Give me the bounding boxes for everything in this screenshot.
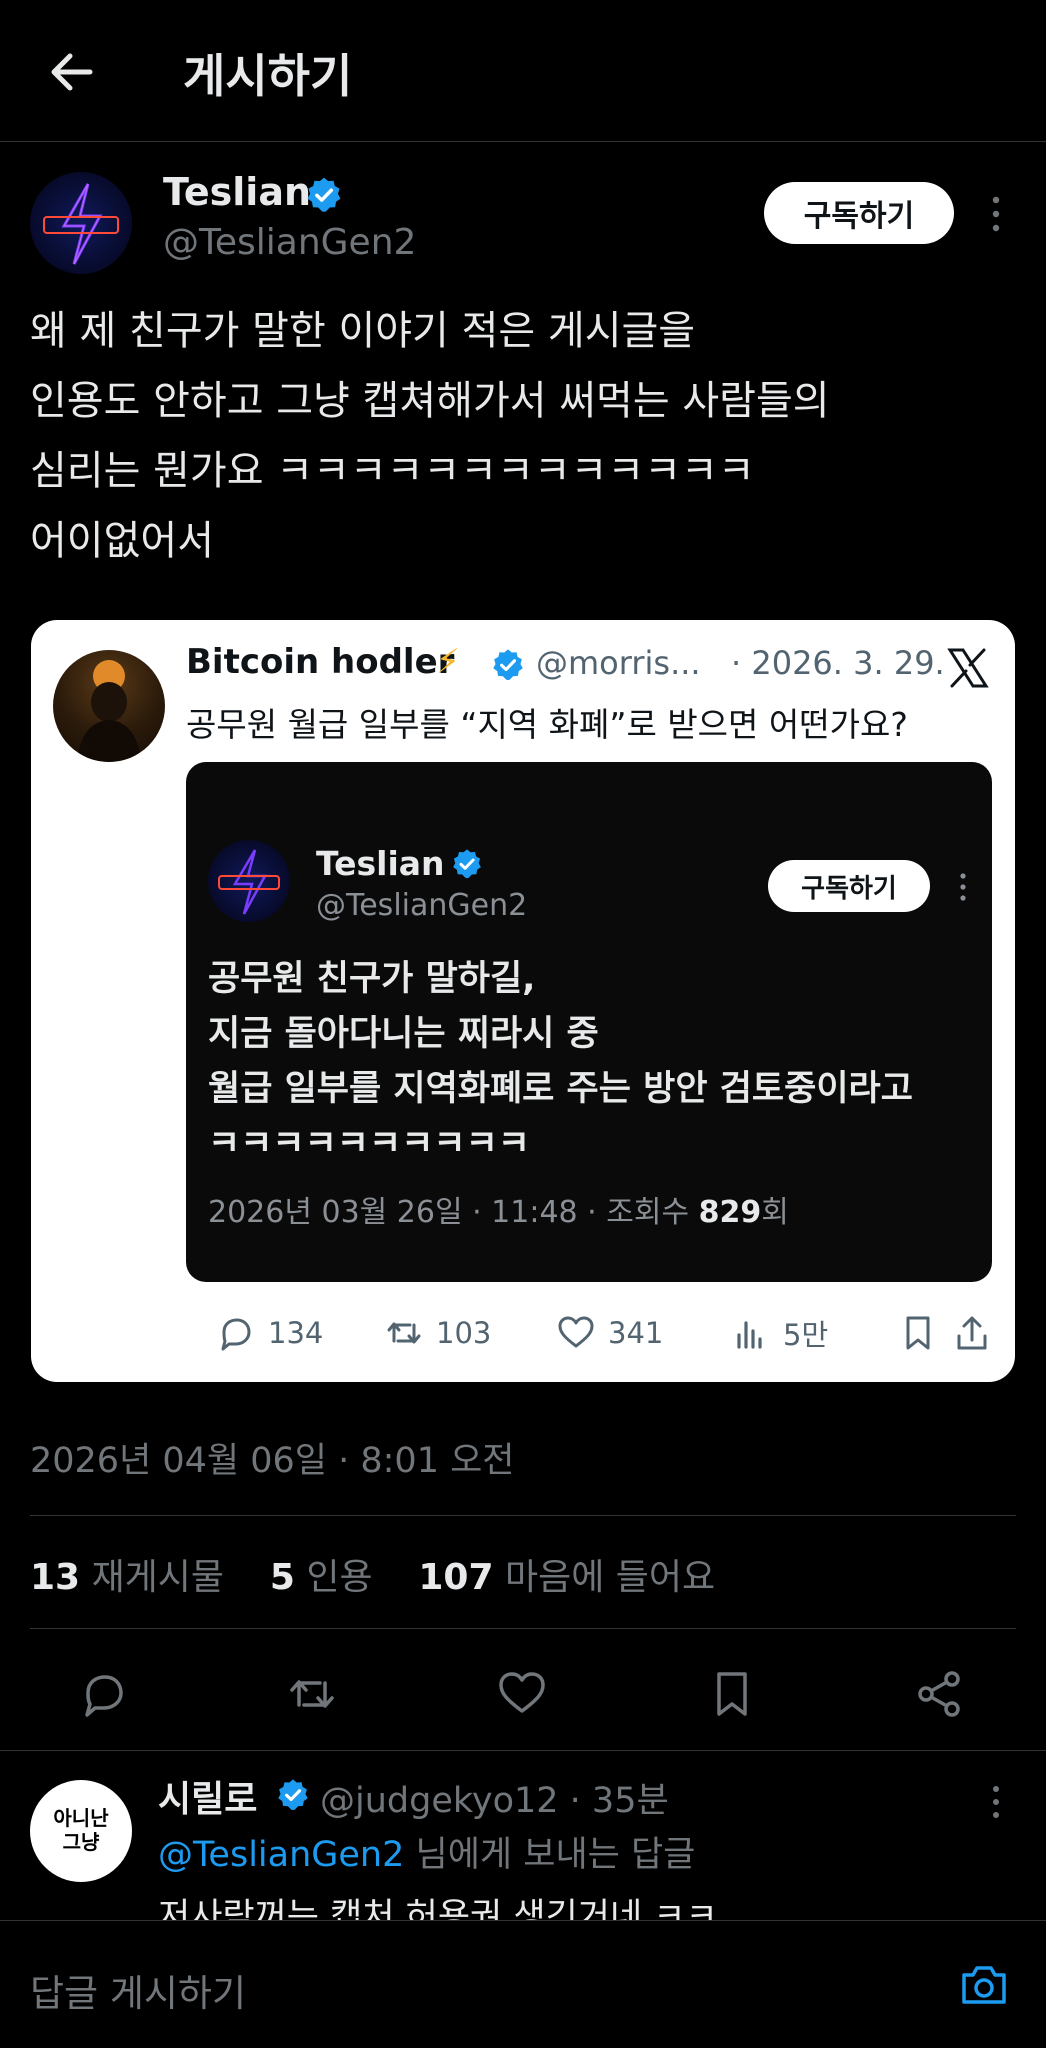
mention-link[interactable]: @TeslianGen2 [158,1835,404,1875]
lightning-emoji: ⚡ [436,642,460,682]
post-text: 왜 제 친구가 말한 이야기 적은 게시글을 인용도 안하고 그냥 캡쳐해가서 … [30,296,1020,576]
author-name[interactable]: Teslian [163,170,311,214]
reposts-stat[interactable]: 13 재게시물 [30,1557,224,1598]
image-text-line: 월급 일부를 지역화폐로 주는 방안 검토중이라고 [208,1069,913,1109]
image-text-line: ㅋㅋㅋㅋㅋㅋㅋㅋㅋㅋ [208,1124,531,1164]
post-action-bar [0,1660,1046,1726]
reply-author-handle[interactable]: @judgekyo12 · 35분 [320,1772,669,1823]
reply-author-avatar[interactable]: 아니난 그냥 [30,1780,132,1882]
like-action[interactable]: 341 [556,1308,663,1358]
image-author-name: Teslian [316,844,445,883]
bottom-edge [0,2037,1046,2048]
repost-action[interactable]: 103 [384,1308,491,1358]
divider [0,1750,1046,1751]
post-text-line: 인용도 안하고 그냥 캡쳐해가서 써먹는 사람들의 [30,378,830,424]
engagement-stats: 13 재게시물 5 인용 107 마음에 들어요 [30,1548,715,1600]
reply-icon[interactable] [78,1668,130,1720]
share-icon [957,1316,987,1350]
replying-to: @TeslianGen2 님에게 보내는 답글 [158,1835,696,1875]
verified-badge-icon [493,649,523,681]
image-author-handle: @TeslianGen2 [316,888,528,923]
views-action[interactable]: 5만 [731,1308,828,1358]
post-timestamp: 2026년 04월 06일 · 8:01 오전 [30,1441,515,1481]
image-text-line: 공무원 친구가 말하길, [208,959,536,999]
likes-stat[interactable]: 107 마음에 들어요 [418,1557,715,1598]
repost-icon[interactable] [286,1668,338,1720]
reply-composer: 답글 게시하기 [0,1920,1046,2048]
like-count: 341 [608,1316,664,1350]
heart-icon[interactable] [496,1668,548,1720]
bookmark-icon [906,1316,930,1350]
repost-icon [387,1322,421,1344]
heart-icon [558,1316,594,1348]
views-count: 5만 [783,1318,829,1352]
reply-action[interactable]: 134 [216,1308,323,1358]
more-options-icon[interactable] [986,1782,1006,1822]
post-text-line: 어이없어서 [30,518,214,564]
verified-badge-icon [307,177,341,212]
divider [30,1628,1016,1629]
reply-input[interactable]: 답글 게시하기 [30,1963,246,2017]
author-handle[interactable]: @TeslianGen2 [163,222,416,263]
back-arrow-icon[interactable] [44,44,100,100]
author-avatar[interactable] [30,172,132,274]
quotes-stat[interactable]: 5 인용 [270,1557,373,1598]
image-post-text: 공무원 친구가 말하길, 지금 돌아다니는 찌라시 중 월급 일부를 지역화폐로… [208,952,913,1172]
subscribe-button[interactable]: 구독하기 [764,182,954,244]
x-logo-icon [947,648,989,688]
share-icon[interactable] [914,1668,966,1720]
more-options-icon [960,873,966,901]
verified-badge-icon [278,1779,308,1811]
camera-icon[interactable] [956,1957,1012,2013]
reply-icon [221,1318,251,1351]
quoted-author-handle[interactable]: @morris... [536,644,701,682]
image-author-avatar [208,840,290,922]
quoted-post-image[interactable]: Teslian @TeslianGen2 구독하기 공무원 친구가 말하길, 지… [186,762,992,1282]
reply-author-name[interactable]: 시릴로 [158,1770,257,1822]
share-action[interactable] [952,1308,992,1358]
bookmark-icon[interactable] [706,1668,758,1720]
top-app-bar: 게시하기 [0,0,1046,142]
image-post-meta: 2026년 03월 26일 · 11:48 · 조회수 829회 [208,1195,789,1230]
quoted-post-card[interactable]: Bitcoin hodler ⚡ @morris... · 2026. 3. 2… [31,620,1015,1382]
divider [30,1515,1016,1516]
more-options-icon[interactable] [984,192,1008,236]
image-subscribe-button: 구독하기 [768,860,930,912]
quoted-author-avatar[interactable] [53,650,165,762]
quoted-post-text: 공무원 월급 일부를 “지역 화폐”로 받으면 어떤가요? [186,705,908,744]
quoted-post-date: · 2026. 3. 29. [731,644,945,682]
reply-item[interactable]: 아니난 그냥 시릴로 @judgekyo12 · 35분 @TeslianGen… [0,1752,1046,1920]
image-text-line: 지금 돌아다니는 찌라시 중 [208,1014,599,1054]
analytics-icon [737,1321,762,1349]
reply-count: 134 [268,1316,324,1350]
post-text-line: 심리는 뭔가요 ㅋㅋㅋㅋㅋㅋㅋㅋㅋㅋㅋㅋㅋ [30,448,755,494]
repost-count: 103 [436,1316,492,1350]
quoted-author-name[interactable]: Bitcoin hodler [186,642,454,682]
quoted-post-actions: 134 103 341 5만 [186,1308,992,1358]
reply-text: 저사람꺼는 캡처 허용권 생긴거네 ㅋㅋ [158,1897,718,1920]
bookmark-action[interactable] [898,1308,938,1358]
page-title: 게시하기 [183,49,353,103]
post-text-line: 왜 제 친구가 말한 이야기 적은 게시글을 [30,308,696,354]
verified-badge-icon [453,849,481,879]
